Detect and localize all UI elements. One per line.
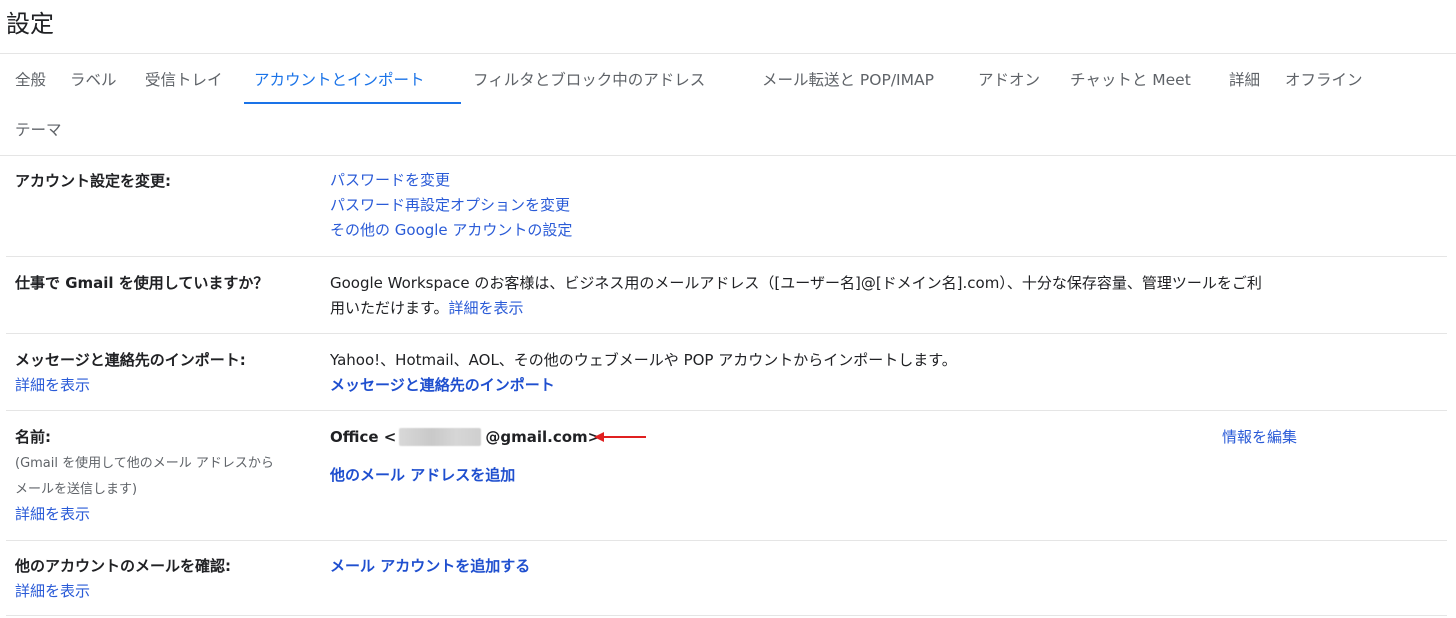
name-label: 名前: (15, 428, 51, 446)
tab-addons[interactable]: アドオン (978, 68, 1040, 92)
change-recovery-options-link[interactable]: パスワード再設定オプションを変更 (330, 193, 570, 217)
tab-themes[interactable]: テーマ (15, 118, 62, 142)
tab-labels[interactable]: ラベル (70, 68, 117, 92)
row-divider (6, 410, 1447, 411)
google-account-settings-link[interactable]: その他の Google アカウントの設定 (330, 218, 572, 242)
import-learn-more-link[interactable]: 詳細を表示 (15, 373, 90, 397)
tab-filters[interactable]: フィルタとブロック中のアドレス (473, 68, 705, 92)
import-description: Yahoo!、Hotmail、AOL、その他のウェブメールや POP アカウント… (330, 351, 957, 369)
red-arrow-annotation-icon (594, 432, 646, 442)
import-label: メッセージと連絡先のインポート: (15, 351, 246, 369)
title-bar: 設定 (0, 0, 1456, 54)
workspace-description-text: 用いただけます。 (330, 299, 449, 317)
edit-info-link[interactable]: 情報を編集 (1222, 425, 1297, 449)
workspace-learn-more-link[interactable]: 詳細を表示 (449, 299, 524, 317)
row-divider (6, 256, 1447, 257)
row-divider (6, 333, 1447, 334)
tab-inbox[interactable]: 受信トレイ (145, 68, 223, 92)
sender-address: Office < @gmail.com> (330, 425, 600, 449)
import-messages-contacts-link[interactable]: メッセージと連絡先のインポート (330, 373, 555, 397)
tab-chat-meet[interactable]: チャットと Meet (1070, 68, 1191, 92)
sender-name-prefix: Office < (330, 428, 397, 446)
redacted-email-user (399, 428, 482, 446)
active-tab-indicator (244, 102, 461, 104)
add-mail-account-link[interactable]: メール アカウントを追加する (330, 554, 530, 578)
tab-forwarding-pop-imap[interactable]: メール転送と POP/IMAP (762, 68, 934, 92)
settings-tabs: 全般 ラベル 受信トレイ アカウントとインポート フィルタとブロック中のアドレス… (0, 54, 1456, 156)
settings-page: 設定 全般 ラベル 受信トレイ アカウントとインポート フィルタとブロック中のア… (0, 0, 1456, 618)
row-divider (6, 540, 1447, 541)
name-learn-more-link[interactable]: 詳細を表示 (15, 502, 90, 526)
check-mail-label: 他のアカウントのメールを確認: (15, 557, 232, 575)
tab-advanced[interactable]: 詳細 (1229, 68, 1260, 92)
workspace-label: 仕事で Gmail を使用していますか？ (15, 274, 269, 292)
workspace-description-line2: 用いただけます。詳細を表示 (330, 296, 524, 320)
sender-email-domain: @gmail.com> (485, 428, 601, 446)
page-title: 設定 (6, 10, 54, 38)
check-mail-learn-more-link[interactable]: 詳細を表示 (15, 579, 90, 603)
tab-accounts-import[interactable]: アカウントとインポート (254, 68, 425, 92)
workspace-description-line1: Google Workspace のお客様は、ビジネス用のメールアドレス（[ユー… (330, 274, 1262, 292)
change-password-link[interactable]: パスワードを変更 (330, 168, 450, 192)
name-sub-line2: メールを送信します) (15, 482, 138, 497)
tab-offline[interactable]: オフライン (1285, 68, 1363, 92)
tab-general[interactable]: 全般 (15, 68, 46, 92)
add-another-address-link[interactable]: 他のメール アドレスを追加 (330, 463, 515, 487)
account-settings-label: アカウント設定を変更: (15, 172, 171, 190)
row-divider (6, 615, 1447, 616)
name-sub-line1: (Gmail を使用して他のメール アドレスから (15, 456, 274, 471)
